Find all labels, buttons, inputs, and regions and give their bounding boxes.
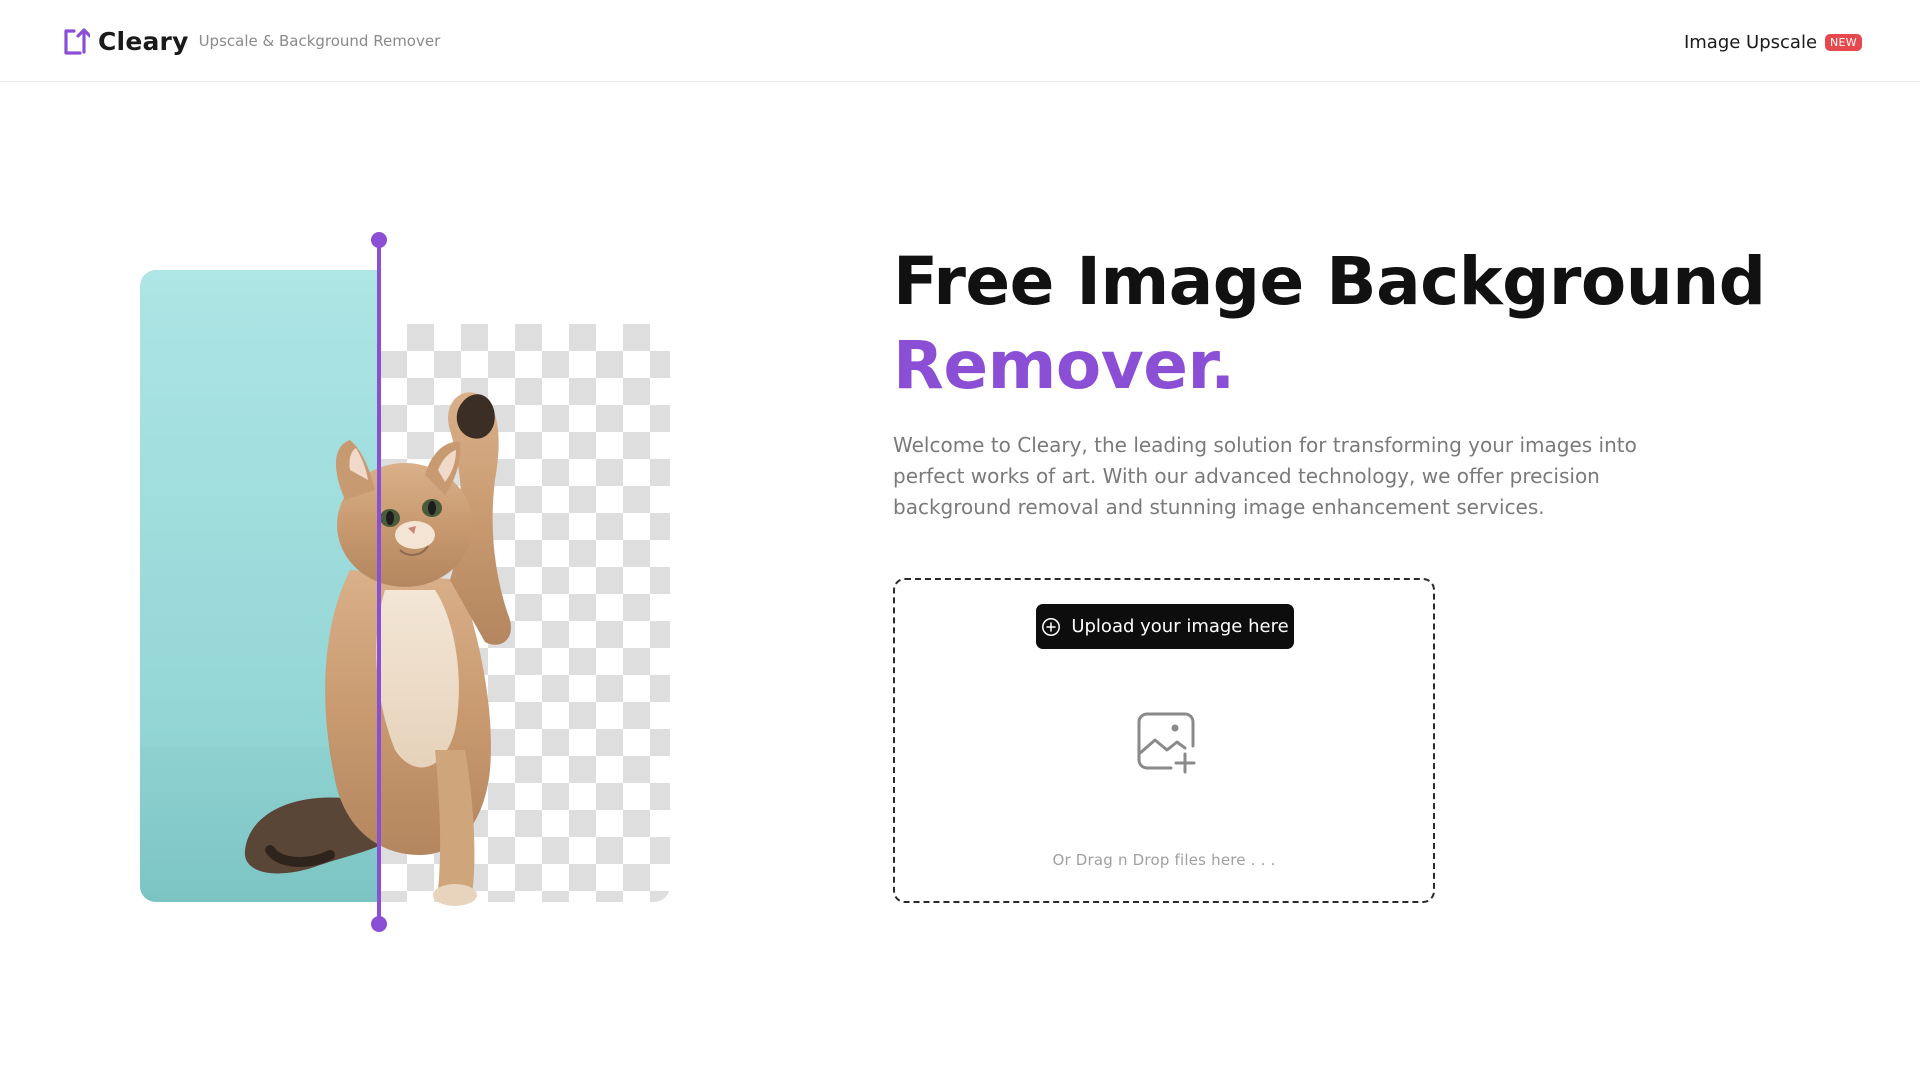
- nav-link-label: Image Upscale: [1683, 31, 1818, 53]
- site-header: Cleary Upscale & Background Remover Imag…: [0, 0, 1920, 82]
- divider-handle-top[interactable]: [371, 232, 387, 248]
- divider-handle-bottom[interactable]: [371, 916, 387, 932]
- hero-title-line1: Free Image Background: [893, 243, 1766, 320]
- before-after-comparison: [140, 230, 680, 940]
- brand[interactable]: Cleary Upscale & Background Remover: [62, 24, 440, 58]
- drag-drop-hint: Or Drag n Drop files here . . .: [1052, 851, 1276, 869]
- hero-title: Free Image Background Remover.: [893, 240, 1793, 408]
- upload-image-button[interactable]: Upload your image here: [1036, 604, 1294, 649]
- image-add-icon: [1137, 712, 1196, 774]
- brand-name: Cleary: [98, 26, 189, 56]
- hero-description: Welcome to Cleary, the leading solution …: [893, 433, 1637, 519]
- upload-button-label: Upload your image here: [1071, 616, 1289, 637]
- upload-arrow-logo-icon: [64, 28, 90, 55]
- comparison-divider[interactable]: [377, 240, 381, 926]
- new-badge: NEW: [1825, 33, 1862, 51]
- cat-image: [244, 392, 511, 906]
- upload-dropzone[interactable]: Upload your image here Or Drag n Drop fi…: [893, 578, 1435, 903]
- nav-link-image-upscale[interactable]: Image Upscale NEW: [1684, 28, 1862, 56]
- plus-circle-icon: [1042, 617, 1061, 636]
- hero-title-accent: Remover.: [893, 327, 1235, 404]
- brand-tagline: Upscale & Background Remover: [198, 32, 441, 50]
